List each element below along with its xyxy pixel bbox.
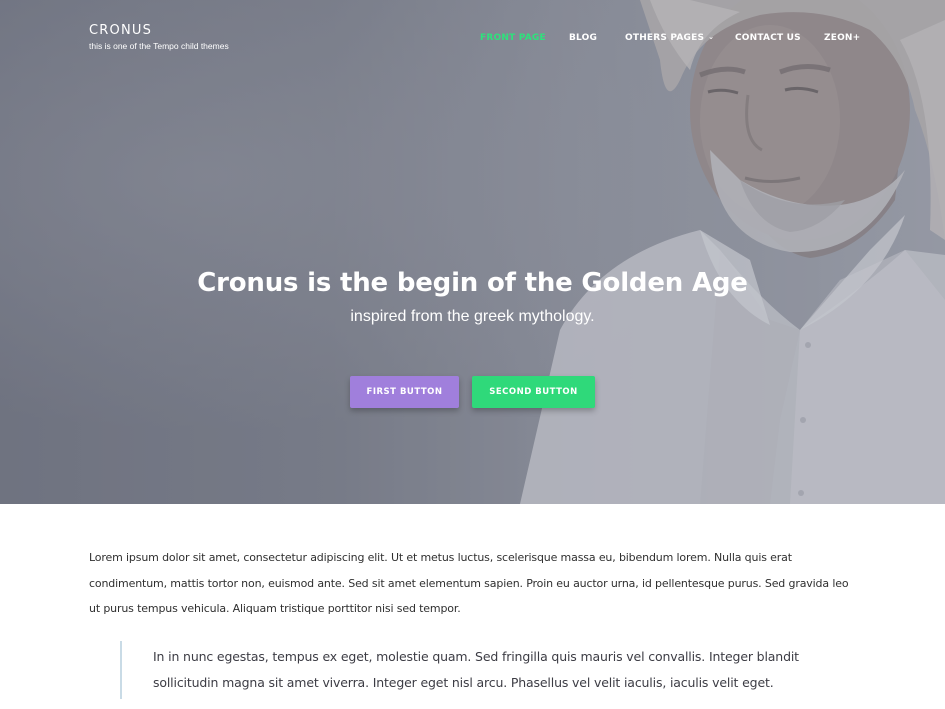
hero-subtitle: inspired from the greek mythology. <box>350 308 595 325</box>
hero-title: Cronus is the begin of the Golden Age <box>197 268 748 298</box>
hero-man-photo <box>0 0 945 504</box>
intro-paragraph: Lorem ipsum dolor sit amet, consectetur … <box>89 551 849 615</box>
nav-item-zeon[interactable]: ZEON+ <box>824 33 860 43</box>
hero-section: CRONUS this is one of the Tempo child th… <box>0 0 945 504</box>
nav-item-contact-us[interactable]: CONTACT US <box>735 33 801 43</box>
site-title[interactable]: CRONUS <box>89 23 152 38</box>
nav-item-label: FRONT PAGE <box>480 33 546 43</box>
nav-item-front-page[interactable]: FRONT PAGE <box>480 33 546 43</box>
nav-item-label: CONTACT US <box>735 33 801 43</box>
nav-item-label: BLOG <box>569 33 598 43</box>
nav-item-blog[interactable]: BLOG <box>569 33 597 43</box>
nav-item-others-pages[interactable]: OTHERS PAGES ⌄ <box>625 33 714 43</box>
first-button[interactable]: FIRST BUTTON <box>350 376 459 408</box>
site-tagline: this is one of the Tempo child themes <box>89 41 229 51</box>
nav-item-label: OTHERS PAGES <box>625 33 705 43</box>
nav-item-label: ZEON+ <box>824 33 861 43</box>
second-button[interactable]: SECOND BUTTON <box>472 376 595 408</box>
chevron-down-icon: ⌄ <box>708 33 715 41</box>
content-area: Lorem ipsum dolor sit amet, consectetur … <box>89 545 859 622</box>
blockquote-text: In in nunc egestas, tempus ex eget, mole… <box>153 649 799 690</box>
blockquote: In in nunc egestas, tempus ex eget, mole… <box>120 641 840 699</box>
